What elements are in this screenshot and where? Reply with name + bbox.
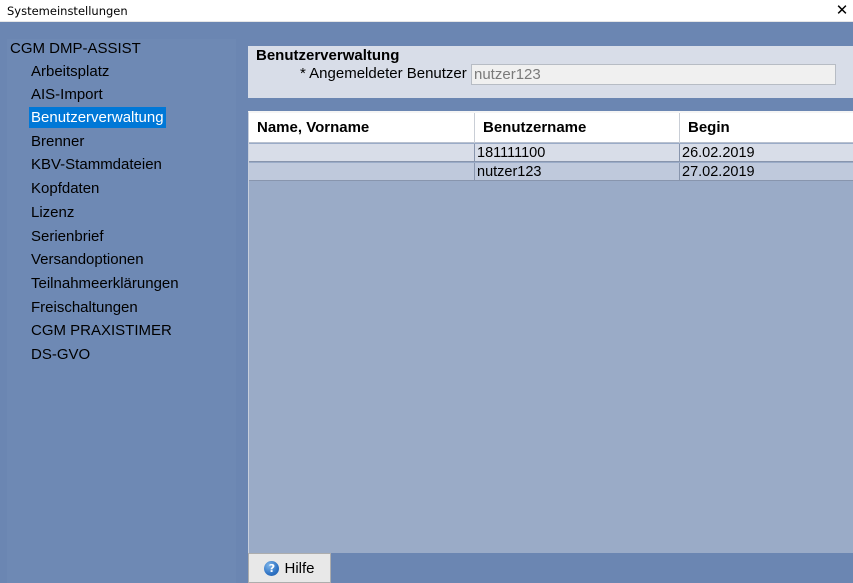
- tree-item-cgm-praxistimer[interactable]: CGM PRAXISTIMER: [29, 320, 174, 341]
- table-row[interactable]: 181111100 26.02.2019: [249, 144, 853, 162]
- cell-username: 181111100: [475, 144, 680, 162]
- tree-item-kbv-stammdateien[interactable]: KBV-Stammdateien: [29, 154, 164, 175]
- tree-item-kopfdaten[interactable]: Kopfdaten: [29, 178, 101, 199]
- column-header-begin[interactable]: Begin: [680, 113, 853, 143]
- tree-item-teilnahmeerklaerungen[interactable]: Teilnahmeerklärungen: [29, 273, 181, 294]
- section-title: Benutzerverwaltung: [256, 47, 400, 64]
- cell-begin: 27.02.2019: [682, 164, 755, 180]
- cell-begin: 26.02.2019: [682, 145, 755, 161]
- table-header: Name, Vorname Benutzername Begin: [249, 113, 853, 143]
- tree-item-ais-import[interactable]: AIS-Import: [29, 84, 105, 105]
- cell-name: [249, 144, 475, 162]
- cell-name: [249, 163, 475, 181]
- tree-root[interactable]: CGM DMP-ASSIST: [9, 39, 142, 58]
- help-button[interactable]: ? Hilfe: [248, 553, 331, 583]
- column-header-name[interactable]: Name, Vorname: [249, 113, 475, 143]
- close-icon[interactable]: ✕: [831, 0, 853, 22]
- tree-item-lizenz[interactable]: Lizenz: [29, 202, 76, 223]
- footer-bar: ? Hilfe: [248, 553, 853, 583]
- window-client-area: CGM DMP-ASSIST Arbeitsplatz AIS-Import B…: [0, 22, 853, 583]
- help-icon: ?: [264, 560, 280, 576]
- settings-tree: CGM DMP-ASSIST Arbeitsplatz AIS-Import B…: [7, 39, 236, 583]
- user-management-header: Benutzerverwaltung * Angemeldeter Benutz…: [248, 46, 853, 98]
- window-title: Systemeinstellungen: [7, 4, 128, 18]
- title-bar: Systemeinstellungen ✕: [0, 0, 853, 22]
- tree-item-brenner[interactable]: Brenner: [29, 131, 86, 152]
- column-header-username[interactable]: Benutzername: [475, 113, 680, 143]
- tree-item-benutzerverwaltung[interactable]: Benutzerverwaltung: [29, 107, 166, 128]
- tree-item-arbeitsplatz[interactable]: Arbeitsplatz: [29, 61, 111, 82]
- logged-in-user-field[interactable]: nutzer123: [471, 64, 836, 85]
- tree-item-versandoptionen[interactable]: Versandoptionen: [29, 249, 146, 270]
- logged-in-user-label: * Angemeldeter Benutzer: [300, 65, 467, 82]
- cell-username: nutzer123: [475, 163, 680, 181]
- help-button-label: Hilfe: [284, 559, 315, 577]
- table-row[interactable]: nutzer123 27.02.2019: [249, 163, 853, 181]
- user-table: Name, Vorname Benutzername Begin 1811111…: [248, 111, 853, 567]
- tree-item-serienbrief[interactable]: Serienbrief: [29, 226, 106, 247]
- tree-item-ds-gvo[interactable]: DS-GVO: [29, 344, 92, 365]
- tree-item-freischaltungen[interactable]: Freischaltungen: [29, 297, 140, 318]
